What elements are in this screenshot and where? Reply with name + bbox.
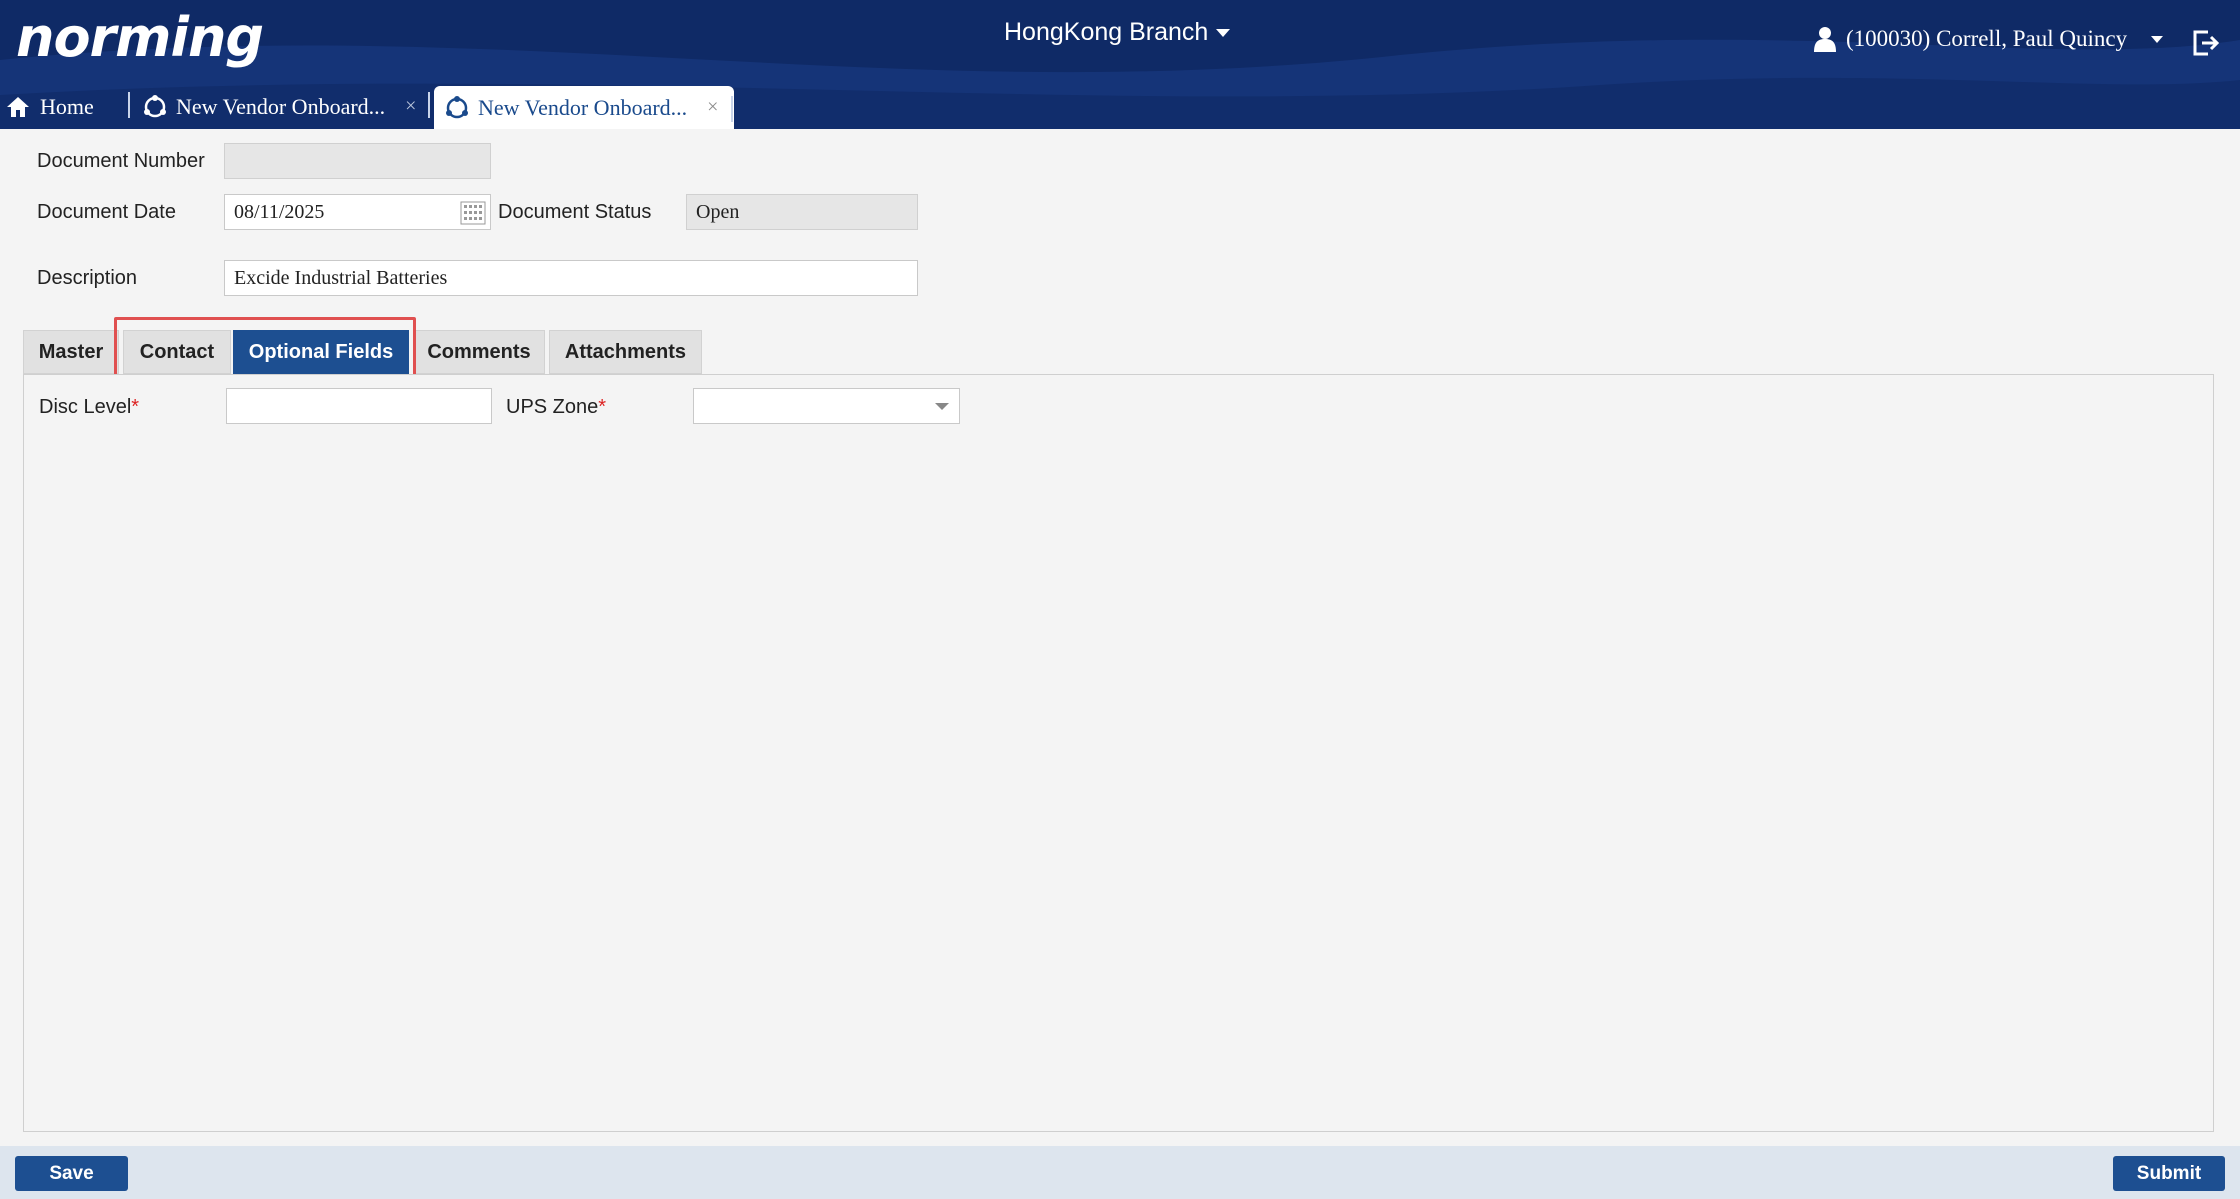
disc-level-input[interactable] [226,388,492,424]
document-status-field: Open [686,194,918,230]
optional-fields-panel [23,374,2214,1132]
tab-vendor-onboarding-2[interactable]: New Vendor Onboard... × [434,86,734,129]
required-mark: * [131,396,140,418]
tab-label: New Vendor Onboard... [478,94,688,120]
tab-comments[interactable]: Comments [413,330,545,374]
document-date-label: Document Date [37,201,176,223]
workflow-icon [144,94,166,117]
logout-icon[interactable] [2190,28,2220,58]
chevron-down-icon [2151,35,2164,43]
document-tabstrip: Home New Vendor Onboard... × New Vendor … [0,84,760,129]
tab-contact[interactable]: Contact [123,330,231,374]
submit-button[interactable]: Submit [2113,1156,2225,1191]
close-icon[interactable]: × [405,95,416,118]
tab-label: New Vendor Onboard... [176,93,386,119]
home-icon [7,96,29,117]
branch-label: HongKong Branch [1004,18,1209,46]
tab-home[interactable]: Home [6,84,94,129]
app-header: norming HongKong Branch (100030) Correll… [0,0,2240,129]
document-number-label: Document Number [37,150,205,172]
norming-logo: norming [16,6,264,69]
ups-zone-label: UPS Zone* [506,396,607,418]
workflow-icon [446,95,468,118]
tab-separator [428,92,430,118]
close-icon[interactable]: × [707,96,718,119]
tab-vendor-onboarding-1[interactable]: New Vendor Onboard... × [142,84,416,129]
document-status-label: Document Status [498,201,652,223]
chevron-down-icon [1216,28,1231,37]
tab-home-label: Home [40,93,94,119]
tab-master[interactable]: Master [23,330,119,374]
footer-bar: Save Submit [0,1146,2240,1199]
user-name: (100030) Correll, Paul Quincy [1846,26,2128,51]
branch-selector[interactable]: HongKong Branch [1004,18,1231,47]
tab-separator [128,92,130,118]
ups-zone-select[interactable] [693,388,960,424]
user-menu[interactable]: (100030) Correll, Paul Quincy [1814,26,2164,52]
save-button[interactable]: Save [15,1156,128,1191]
document-date-value: 08/11/2025 [234,201,325,223]
document-number-field [224,143,491,179]
tab-attachments[interactable]: Attachments [549,330,702,374]
disc-level-label: Disc Level* [39,396,140,418]
tab-optional-fields[interactable]: Optional Fields [233,330,409,374]
description-label: Description [37,267,138,289]
required-mark: * [598,396,607,418]
user-icon [1814,27,1836,52]
description-input[interactable]: Excide Industrial Batteries [224,260,918,296]
calendar-icon[interactable] [460,201,486,225]
document-date-input[interactable]: 08/11/2025 [224,194,491,230]
tab-separator [731,96,733,122]
chevron-down-icon [935,403,949,410]
